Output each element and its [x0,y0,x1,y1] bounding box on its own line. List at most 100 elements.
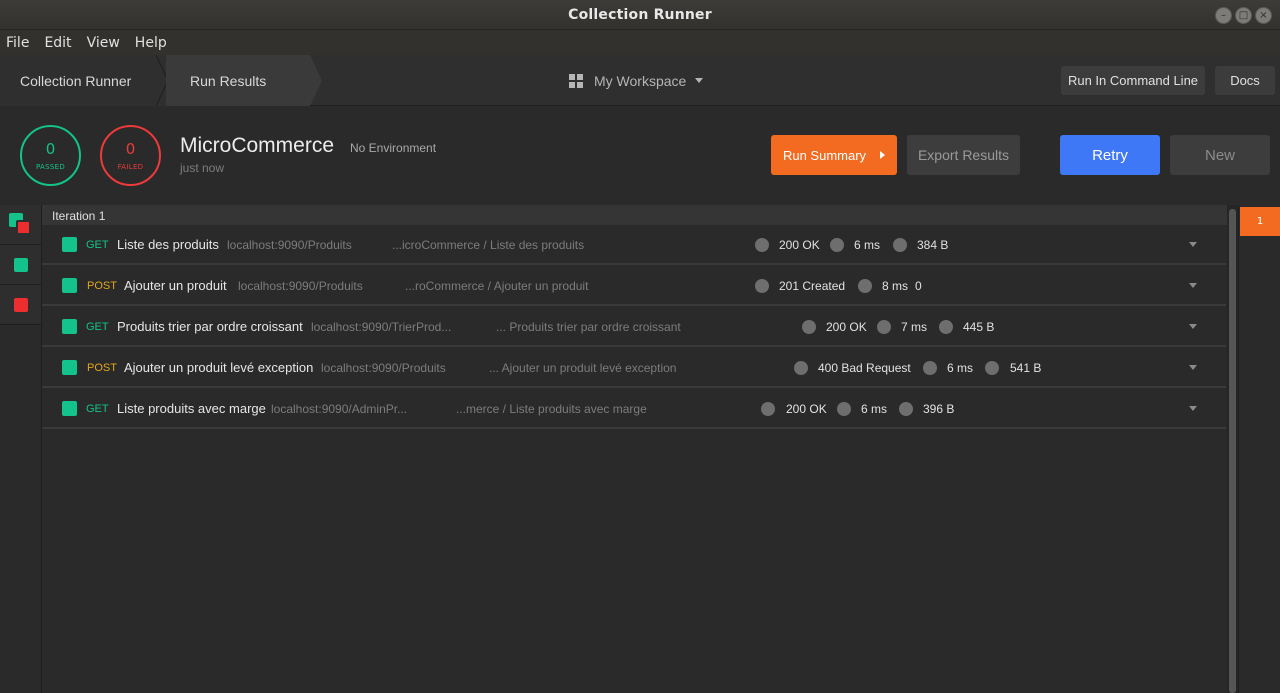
status-code-icon [794,361,808,375]
filter-failed[interactable] [0,285,41,325]
scrollbar-thumb[interactable] [1229,209,1236,693]
minimize-icon[interactable]: – [1215,7,1232,24]
run-summary-button[interactable]: Run Summary [771,135,897,175]
response-size: 445 B [963,320,995,334]
all-results-icon [8,212,33,237]
status-code: 400 Bad Request [818,361,911,375]
docs-button[interactable]: Docs [1215,66,1275,95]
failed-counter: 0 FAILED [100,125,161,186]
breadcrumb-label: Collection Runner [20,72,132,89]
breadcrumb-label: Run Results [190,72,267,89]
breadcrumb-separator [310,55,322,106]
failed-label: FAILED [117,163,144,171]
menu-bar: File Edit View Help [0,30,1280,55]
request-url: localhost:9090/TrierProd... [311,320,452,334]
iteration-1-button[interactable]: 1 [1240,207,1280,236]
request-url: localhost:9090/Produits [238,279,363,293]
status-code-icon [755,238,769,252]
window-title: Collection Runner [568,6,712,23]
request-name: Liste des produits [117,237,219,252]
response-size: 396 B [923,402,955,416]
results-scrollbar[interactable] [1227,205,1238,693]
caret-right-icon [880,151,886,159]
menu-edit[interactable]: Edit [44,35,71,51]
response-time: 7 ms [901,320,928,334]
pass-status-icon [62,401,77,416]
menu-view[interactable]: View [87,35,120,51]
workspace-switcher[interactable]: My Workspace [569,55,704,106]
retry-button[interactable]: Retry [1060,135,1160,175]
response-time-icon [837,402,851,416]
filter-all[interactable] [0,205,41,245]
export-results-button[interactable]: Export Results [907,135,1020,175]
pass-status-icon [62,319,77,334]
iteration-selector: 1 [1238,205,1280,693]
response-size: 384 B [917,238,949,252]
pass-status-icon [62,360,77,375]
request-path: ...icroCommerce / Liste des produits [392,238,585,252]
pass-status-icon [62,237,77,252]
request-row[interactable]: GET Liste des produits localhost:9090/Pr… [42,225,1226,265]
request-name: Produits trier par ordre croissant [117,319,303,334]
chevron-down-icon[interactable] [1189,283,1197,288]
request-path: ...merce / Liste produits avec marge [456,402,647,416]
run-timestamp: just now [180,161,225,175]
filter-passed[interactable] [0,245,41,285]
request-row[interactable]: POST Ajouter un produit levé exception l… [42,348,1226,388]
request-url: localhost:9090/AdminPr... [271,402,408,416]
status-code: 201 Created [779,279,846,293]
response-time-icon [830,238,844,252]
response-size: 541 B [1010,361,1042,375]
maximize-icon[interactable]: □ [1235,7,1252,24]
request-url: localhost:9090/Produits [321,361,446,375]
menu-help[interactable]: Help [135,35,167,51]
failed-filter-icon [13,297,28,312]
passed-filter-icon [13,257,28,272]
response-size-icon [899,402,913,416]
response-size-icon [939,320,953,334]
run-in-command-line-button[interactable]: Run In Command Line [1061,66,1205,95]
passed-label: PASSED [35,163,66,171]
new-button[interactable]: New [1170,135,1270,175]
close-icon[interactable]: × [1255,7,1272,24]
request-method: GET [86,239,109,251]
request-row[interactable]: POST Ajouter un produit localhost:9090/P… [42,266,1226,306]
request-method: POST [87,362,117,374]
response-size-icon [893,238,907,252]
response-time: 6 ms [947,361,974,375]
request-url: localhost:9090/Produits [227,238,352,252]
environment-label: No Environment [350,141,437,155]
request-path: ... Ajouter un produit levé exception [489,361,677,375]
chevron-down-icon[interactable] [1189,406,1197,411]
window-titlebar: Collection Runner – □ × [0,0,1280,30]
request-row[interactable]: GET Liste produits avec marge localhost:… [42,389,1226,429]
pass-status-icon [62,278,77,293]
status-code: 200 OK [786,402,827,416]
workspace-grid-icon [569,73,583,88]
response-size-icon [985,361,999,375]
request-row[interactable]: GET Produits trier par ordre croissant l… [42,307,1226,347]
breadcrumb-collection-runner[interactable]: Collection Runner [0,55,166,106]
menu-file[interactable]: File [6,35,29,51]
passed-count: 0 [45,140,56,158]
status-code-icon [755,279,769,293]
breadcrumb-run-results[interactable]: Run Results [166,55,310,106]
run-summary-header: 0 PASSED 0 FAILED MicroCommerce No Envir… [0,106,1280,205]
chevron-down-icon[interactable] [1189,242,1197,247]
result-filter-rail [0,205,42,693]
response-time: 6 ms [854,238,881,252]
request-method: POST [87,280,117,292]
chevron-down-icon[interactable] [1189,324,1197,329]
request-name: Ajouter un produit levé exception [124,360,314,375]
failed-count: 0 [125,140,136,158]
passed-counter: 0 PASSED [20,125,81,186]
request-name: Liste produits avec marge [117,401,266,416]
request-method: GET [86,321,109,333]
results-list: Iteration 1 GET Liste des produits local… [42,205,1227,693]
request-name: Ajouter un produit [124,278,227,293]
iteration-header: Iteration 1 [42,205,1227,225]
collection-name: MicroCommerce [180,134,335,157]
workspace-name: My Workspace [594,72,687,89]
chevron-down-icon[interactable] [1189,365,1197,370]
chevron-down-icon [695,78,704,83]
